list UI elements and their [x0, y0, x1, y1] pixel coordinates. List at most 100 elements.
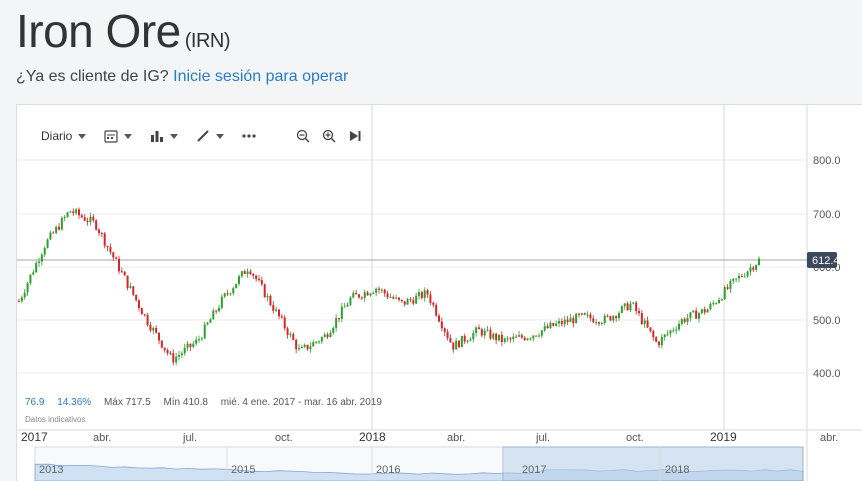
candle-body [683, 319, 686, 322]
candle-body [355, 293, 358, 295]
candle-body [103, 233, 106, 246]
chevron-down-icon [170, 133, 179, 139]
navigator-selection[interactable] [502, 446, 804, 481]
candle-body [180, 353, 183, 356]
candle-body [752, 267, 755, 270]
candle-body [438, 315, 440, 322]
date-range: mié. 4 ene. 2017 - mar. 16 abr. 2019 [220, 397, 382, 408]
candle-body [20, 297, 23, 302]
candle-body [349, 297, 352, 305]
candle-body [292, 333, 295, 340]
candle-body [55, 226, 58, 233]
candle-body [406, 299, 409, 305]
candle-body [206, 322, 209, 325]
x-tick-label: 2017 [21, 430, 48, 444]
candle-body [520, 335, 523, 338]
candle-body [523, 337, 526, 341]
candle-body [38, 261, 40, 263]
candle-body [552, 322, 555, 326]
candle-body [486, 329, 489, 331]
candle-body [529, 338, 532, 340]
candle-body [563, 319, 566, 325]
jump-end-button[interactable] [348, 129, 362, 143]
y-tick-label: 700.0 [813, 209, 841, 221]
candle-body [240, 271, 243, 277]
chart-toolbar: Diario [41, 125, 380, 147]
candle-body [592, 318, 595, 323]
candle-body [195, 339, 198, 344]
ticker-text: (IRN) [184, 30, 231, 52]
range-navigator[interactable]: 2013 2015 2016 2017 2018 [34, 446, 804, 481]
navigator-label: 2017 [522, 464, 546, 476]
candle-body [123, 271, 126, 276]
candle-body [192, 343, 195, 347]
candle-body [380, 289, 383, 291]
candle-body [626, 303, 629, 311]
zoom-in-button[interactable] [322, 129, 336, 143]
candle-body [143, 314, 146, 316]
x-tick-label: oct. [275, 432, 293, 444]
candle-body [715, 303, 718, 305]
candle-body [112, 252, 115, 258]
candle-body [423, 290, 426, 298]
candle-body [115, 257, 118, 259]
candle-body [246, 271, 249, 275]
candle-body [275, 309, 278, 311]
login-link[interactable]: Inicie sesión para operar [173, 68, 348, 85]
candle-body [600, 322, 603, 324]
chart-type-dropdown[interactable] [150, 129, 179, 143]
candle-body [203, 324, 206, 339]
candle-body [120, 271, 123, 273]
interval-dropdown[interactable]: Diario [41, 129, 87, 143]
candle-body [718, 299, 720, 304]
candle-body [755, 265, 758, 270]
more-button[interactable] [242, 129, 256, 143]
calendar-dropdown[interactable] [104, 129, 133, 143]
x-tick-label: 2019 [710, 430, 737, 444]
candle-body [566, 319, 569, 323]
candle-body [378, 288, 380, 290]
candle-body [158, 332, 160, 341]
candle-body [80, 215, 83, 218]
candle-body [623, 303, 626, 307]
candle-body [446, 331, 449, 338]
candle-body [638, 311, 640, 314]
candle-body [652, 331, 655, 338]
candle-body [329, 332, 332, 338]
candle-body [618, 312, 620, 319]
interval-label: Diario [41, 129, 73, 143]
zoom-out-button[interactable] [296, 129, 310, 143]
candle-body [472, 332, 475, 340]
candle-body [286, 328, 289, 336]
candle-body [580, 313, 583, 315]
draw-dropdown[interactable] [196, 129, 225, 143]
candle-body [283, 317, 286, 329]
candle-body [398, 297, 400, 300]
candle-body [700, 309, 703, 314]
candle-body [92, 216, 95, 221]
candle-body [183, 347, 186, 354]
candle-body [558, 321, 560, 324]
price-chart[interactable]: 800.0 700.0 600.0 500.0 400.0 612.4 2017… [17, 105, 862, 481]
candle-body [532, 335, 535, 339]
candle-body [538, 335, 540, 337]
candle-body [506, 338, 509, 340]
x-tick-label: abr. [93, 432, 111, 444]
candle-body [132, 286, 135, 295]
candle-body [312, 342, 315, 347]
candle-body [218, 307, 220, 312]
candle-body [323, 334, 326, 338]
candle-body [280, 316, 283, 318]
candle-body [586, 314, 589, 316]
candle-body [458, 340, 460, 348]
candle-body [212, 310, 215, 320]
candle-body [466, 340, 469, 342]
candle-body [712, 303, 715, 305]
candle-body [452, 342, 455, 350]
grid [17, 105, 862, 481]
candle-body [415, 295, 418, 304]
indicative-note: Datos indicativos [25, 415, 86, 424]
candle-body [560, 321, 563, 325]
candle-body [263, 284, 266, 298]
candle-body [135, 294, 138, 301]
